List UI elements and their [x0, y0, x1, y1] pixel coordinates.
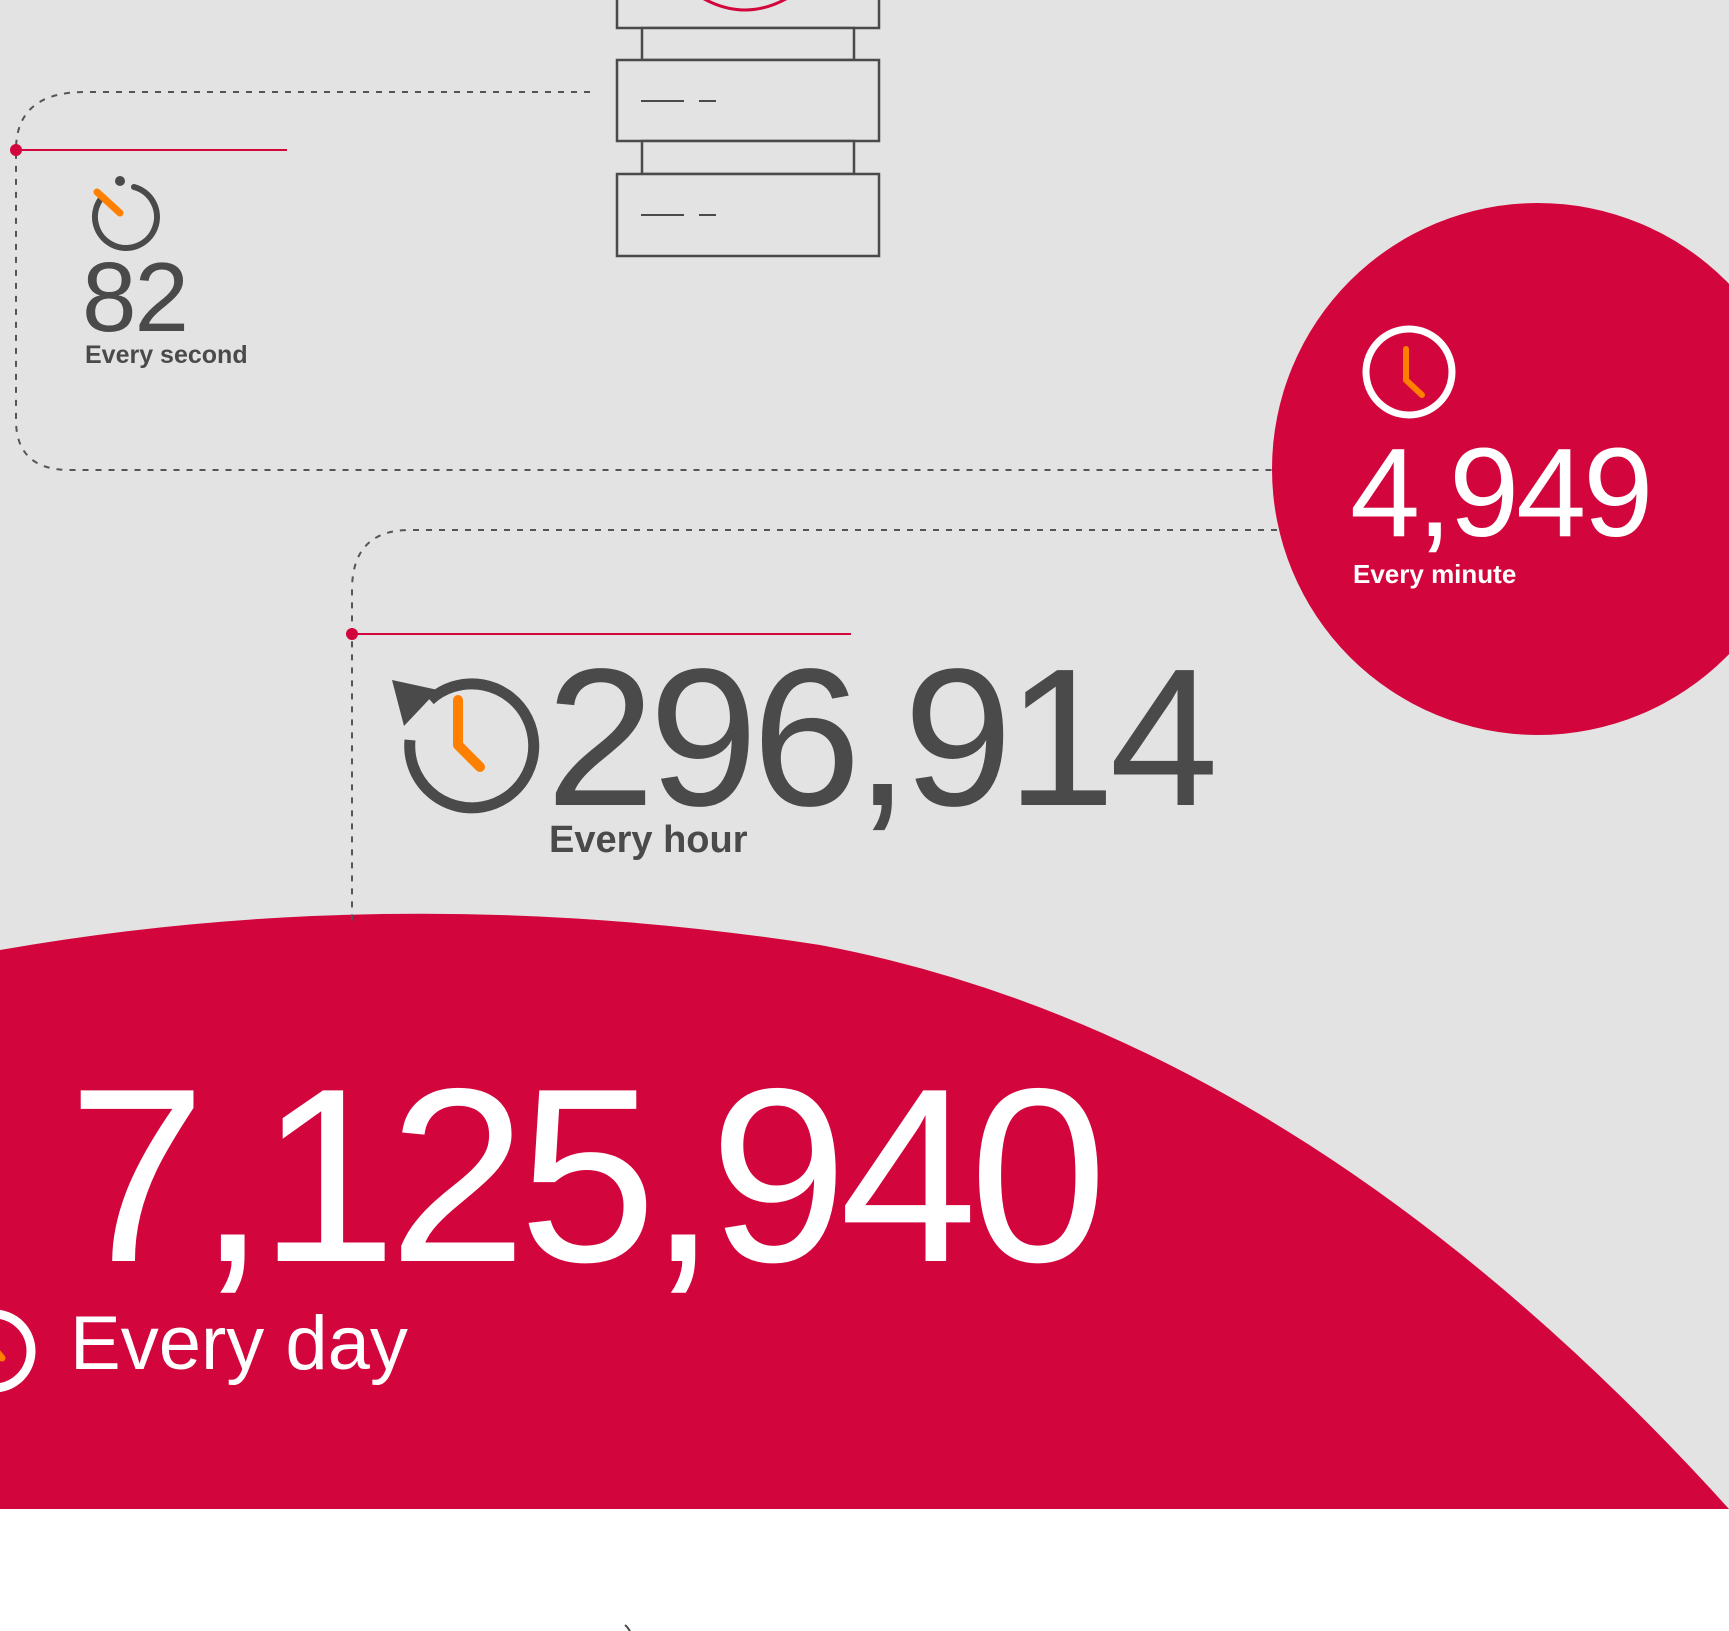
hour-value: 296,914	[546, 628, 1218, 847]
history-clock-icon	[392, 678, 540, 814]
day-label: Every day	[70, 1301, 408, 1386]
infographic-page: 82 Every second 4,949 Every minute 296,9…	[0, 0, 1729, 1631]
second-label: Every second	[85, 341, 248, 369]
stats-panel: 82 Every second 4,949 Every minute 296,9…	[0, 0, 1729, 1509]
minute-label: Every minute	[1353, 559, 1517, 589]
server-rack-icon	[615, 0, 881, 258]
footer-artwork	[624, 1624, 631, 1631]
stopwatch-icon	[91, 176, 160, 251]
footer-mark	[624, 1624, 631, 1631]
hour-label: Every hour	[549, 819, 748, 861]
minute-value: 4,949	[1350, 422, 1653, 563]
second-value: 82	[82, 242, 189, 352]
second-marker	[10, 144, 287, 156]
day-value: 7,125,940	[68, 1036, 1107, 1314]
